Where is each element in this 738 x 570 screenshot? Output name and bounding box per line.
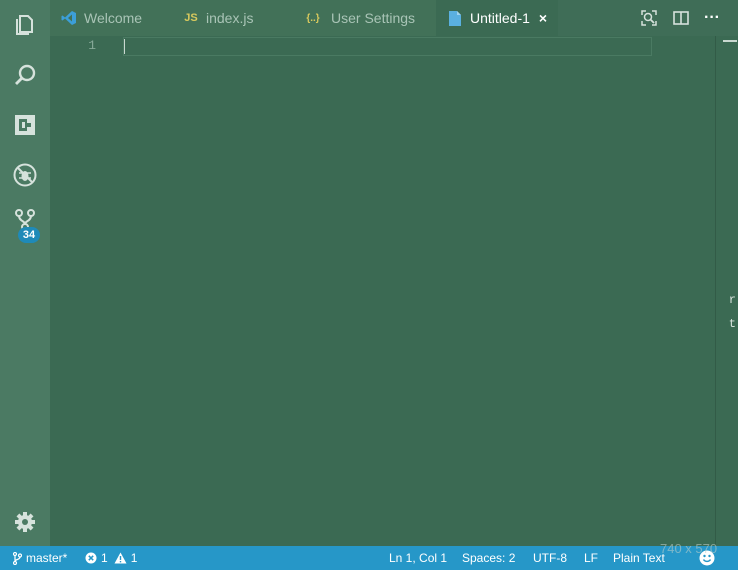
indentation-status[interactable]: Spaces: 2 [462, 546, 515, 570]
tab-label: index.js [206, 10, 254, 26]
current-line-highlight [123, 37, 652, 56]
cursor-position-status[interactable]: Ln 1, Col 1 [389, 546, 447, 570]
open-changes-icon[interactable] [639, 8, 659, 28]
editor-scrollbar[interactable]: r t [715, 36, 738, 546]
settings-gear-icon[interactable] [0, 502, 50, 542]
tab-label: User Settings [331, 10, 416, 26]
dimension-watermark: 740 x 570 [660, 541, 718, 556]
file-icon [447, 10, 463, 26]
overview-ruler-marker [723, 40, 737, 42]
debug-icon[interactable] [0, 155, 50, 195]
problems-status[interactable]: 1 1 [85, 546, 137, 570]
warning-count: 1 [130, 551, 138, 565]
status-bar: master* 1 1 Ln 1, Col 1 Spaces: 2 UTF-8 [0, 546, 738, 570]
editor-area[interactable]: 1 [50, 36, 715, 546]
git-branch-icon [13, 551, 22, 565]
more-actions-icon[interactable]: ··· [702, 8, 722, 28]
git-branch-status[interactable]: master* [13, 546, 67, 570]
editor-tab-bar: Welcome JS index.js {..} User Settings U… [50, 0, 738, 36]
tab-label: Welcome [84, 10, 143, 26]
line-number: 1 [88, 38, 96, 53]
tab-label: Untitled-1 [470, 10, 530, 26]
tab-user-settings[interactable]: {..} User Settings [294, 0, 436, 36]
encoding-status[interactable]: UTF-8 [533, 546, 567, 570]
json-braces-icon: {..} [306, 12, 320, 24]
tab-index-js[interactable]: JS index.js [170, 0, 294, 36]
warning-icon [114, 552, 127, 564]
error-count: 1 [101, 551, 108, 565]
files-icon[interactable] [0, 5, 50, 45]
clipped-text: r [728, 293, 736, 307]
text-cursor [124, 39, 125, 54]
source-control-badge: 34 [18, 227, 40, 243]
javascript-file-icon: JS [184, 12, 198, 24]
activity-bar: 34 [0, 0, 50, 546]
tab-close-button[interactable]: × [539, 10, 547, 26]
extensions-icon[interactable] [0, 105, 50, 145]
language-mode-status[interactable]: Plain Text [613, 546, 665, 570]
clipped-text: t [728, 317, 736, 331]
split-editor-icon[interactable] [671, 8, 691, 28]
search-icon[interactable] [0, 55, 50, 95]
eol-status[interactable]: LF [584, 546, 598, 570]
error-icon [85, 552, 97, 564]
branch-label: master* [26, 551, 68, 565]
vscode-window: 34 Welcome JS index.js {..} User Setting… [0, 0, 738, 570]
tab-welcome[interactable]: Welcome [50, 0, 170, 36]
vscode-logo-icon [61, 10, 77, 26]
tab-untitled-1[interactable]: Untitled-1 × [436, 0, 558, 36]
